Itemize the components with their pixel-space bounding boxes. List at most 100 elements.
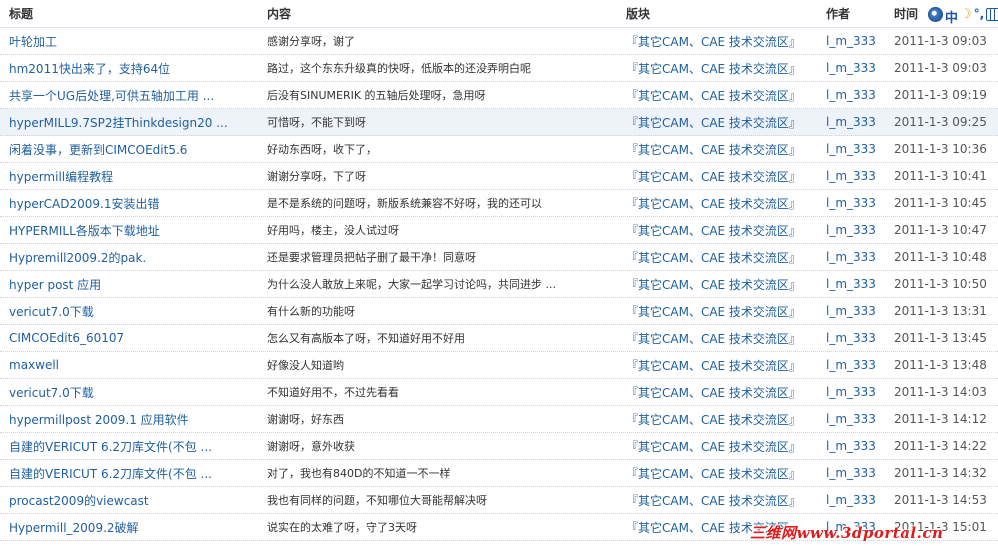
- forum-link[interactable]: 『其它CAM、CAE 技术交流区』: [626, 303, 801, 320]
- forum-link[interactable]: 『其它CAM、CAE 技术交流区』: [626, 168, 801, 185]
- table-row[interactable]: hypermillpost 2009.1 应用软件 谢谢呀，好东西 『其它CAM、C…: [0, 406, 998, 433]
- reply-content[interactable]: 谢谢分享呀，下了呀: [267, 168, 589, 184]
- table-row[interactable]: procast2009的viewcast 我也有同样的问题，不知哪位大哥能帮解决呀…: [0, 487, 998, 514]
- forum-link[interactable]: 『其它CAM、CAE 技术交流区』: [626, 222, 801, 239]
- forum-link[interactable]: 『其它CAM、CAE 技术交流区』: [626, 492, 801, 509]
- thread-title-link[interactable]: Hypremill2009.2的pak.: [9, 249, 241, 266]
- reply-content[interactable]: 怎么又有高版本了呀，不知道好用不好用: [267, 330, 589, 346]
- forum-link[interactable]: 『其它CAM、CAE 技术交流区』: [626, 141, 801, 158]
- reply-content[interactable]: 路过，这个东东升级真的快呀，低版本的还没弄明白呢: [267, 60, 589, 76]
- reply-content[interactable]: 不知道好用不，不过先看看: [267, 384, 589, 400]
- forum-link[interactable]: 『其它CAM、CAE 技术交流区』: [626, 438, 801, 455]
- table-row[interactable]: 自建的VERICUT 6.2刀库文件(不包 ... 谢谢呀，意外收获 『其它CAM、…: [0, 433, 998, 460]
- reply-content[interactable]: 有什么新的功能呀: [267, 303, 589, 319]
- thread-title-link[interactable]: vericut7.0下载: [9, 303, 241, 320]
- forum-link[interactable]: 『其它CAM、CAE 技术交流区』: [626, 384, 801, 401]
- author-link[interactable]: l_m_333: [826, 115, 886, 129]
- reply-content[interactable]: 为什么没人敢放上来呢，大家一起学习讨论吗，共同进步 ...: [267, 276, 589, 292]
- thread-title-link[interactable]: hyperCAD2009.1安装出错: [9, 195, 241, 212]
- reply-content[interactable]: 谢谢呀，好东西: [267, 411, 589, 427]
- table-row[interactable]: 共享一个UG后处理,可供五轴加工用 ... 后没有SINUMERIK 的五轴后处理…: [0, 82, 998, 109]
- keyboard-icon[interactable]: [986, 7, 998, 21]
- thread-title-link[interactable]: 自建的VERICUT 6.2刀库文件(不包 ...: [9, 465, 241, 482]
- table-row[interactable]: vericut7.0下载 不知道好用不，不过先看看 『其它CAM、CAE 技术交流区…: [0, 379, 998, 406]
- table-row[interactable]: hyper post 应用 为什么没人敢放上来呢，大家一起学习讨论吗，共同进步 .…: [0, 271, 998, 298]
- forum-link[interactable]: 『其它CAM、CAE 技术交流区』: [626, 249, 801, 266]
- table-row[interactable]: hyperMILL9.7SP2挂Thinkdesign20 ... 可惜呀，不能下…: [0, 109, 998, 136]
- table-row[interactable]: hyperCAD2009.1安装出错 是不是系统的问题呀，新版系统兼容不好呀，我的…: [0, 190, 998, 217]
- author-link[interactable]: l_m_333: [826, 61, 886, 75]
- author-link[interactable]: l_m_333: [826, 250, 886, 264]
- moon-icon[interactable]: ☽: [960, 7, 972, 22]
- author-link[interactable]: l_m_333: [826, 385, 886, 399]
- forum-link[interactable]: 『其它CAM、CAE 技术交流区』: [626, 276, 801, 293]
- thread-title-link[interactable]: 共享一个UG后处理,可供五轴加工用 ...: [9, 87, 241, 104]
- reply-content[interactable]: 好动东西呀，收下了，: [267, 141, 589, 157]
- thread-title-link[interactable]: maxwell: [9, 358, 241, 372]
- reply-content[interactable]: 感谢分享呀，谢了: [267, 33, 589, 49]
- author-link[interactable]: l_m_333: [826, 196, 886, 210]
- thread-title-link[interactable]: hypermillpost 2009.1 应用软件: [9, 411, 241, 428]
- forum-link[interactable]: 『其它CAM、CAE 技术交流区』: [626, 465, 801, 482]
- reply-content[interactable]: 谢谢呀，意外收获: [267, 438, 589, 454]
- table-row[interactable]: 自建的VERICUT 6.2刀库文件(不包 ... 对了，我也有840D的不知道一…: [0, 460, 998, 487]
- thread-title-link[interactable]: vericut7.0下载: [9, 384, 241, 401]
- thread-title-link[interactable]: Hypermill_2009.2破解: [9, 519, 241, 536]
- forum-link[interactable]: 『其它CAM、CAE 技术交流区』: [626, 195, 801, 212]
- thread-title-link[interactable]: HYPERMILL各版本下载地址: [9, 222, 241, 239]
- author-link[interactable]: l_m_333: [826, 439, 886, 453]
- forum-link[interactable]: 『其它CAM、CAE 技术交流区』: [626, 87, 801, 104]
- thread-title-link[interactable]: 自建的VERICUT 6.2刀库文件(不包 ...: [9, 438, 241, 455]
- forum-link[interactable]: 『其它CAM、CAE 技术交流区』: [626, 330, 801, 347]
- author-link[interactable]: l_m_333: [826, 331, 886, 345]
- reply-content[interactable]: 好用吗，楼主，没人试过呀: [267, 222, 589, 238]
- author-link[interactable]: l_m_333: [826, 169, 886, 183]
- forum-link[interactable]: 『其它CAM、CAE 技术交流区』: [626, 357, 801, 374]
- author-link[interactable]: l_m_333: [826, 412, 886, 426]
- thread-title-link[interactable]: hypermill编程教程: [9, 168, 241, 185]
- table-row[interactable]: CIMCOEdit6_60107 怎么又有高版本了呀，不知道好用不好用 『其它CAM…: [0, 325, 998, 352]
- punctuation-dot-icon[interactable]: °,: [974, 7, 985, 22]
- thread-title-link[interactable]: CIMCOEdit6_60107: [9, 331, 241, 345]
- author-link[interactable]: l_m_333: [826, 34, 886, 48]
- table-row[interactable]: hm2011快出来了，支持64位 路过，这个东东升级真的快呀，低版本的还没弄明白呢…: [0, 55, 998, 82]
- post-time: 2011-1-3 10:50: [894, 277, 987, 291]
- author-link[interactable]: l_m_333: [826, 142, 886, 156]
- reply-content[interactable]: 后没有SINUMERIK 的五轴后处理呀，急用呀: [267, 87, 589, 103]
- forum-link[interactable]: 『其它CAM、CAE 技术交流区』: [626, 33, 801, 50]
- table-row[interactable]: Hypremill2009.2的pak. 还是要求管理员把帖子删了最干净！同意呀 『…: [0, 244, 998, 271]
- reply-content[interactable]: 是不是系统的问题呀，新版系统兼容不好呀，我的还可以: [267, 195, 589, 211]
- table-row[interactable]: 叶轮加工 感谢分享呀，谢了 『其它CAM、CAE 技术交流区』 l_m_333 2011…: [0, 28, 998, 55]
- author-link[interactable]: l_m_333: [826, 223, 886, 237]
- forum-link[interactable]: 『其它CAM、CAE 技术交流区』: [626, 114, 801, 131]
- table-row[interactable]: hypermill编程教程 谢谢分享呀，下了呀 『其它CAM、CAE 技术交流区』 l…: [0, 163, 998, 190]
- thread-rows: 叶轮加工 感谢分享呀，谢了 『其它CAM、CAE 技术交流区』 l_m_333 2011…: [0, 28, 998, 541]
- thread-title-link[interactable]: 叶轮加工: [9, 33, 241, 50]
- chinese-input-icon[interactable]: 中: [945, 7, 958, 26]
- reply-content[interactable]: 对了，我也有840D的不知道一不一样: [267, 465, 589, 481]
- thread-title-link[interactable]: 闲着没事，更新到CIMCOEdit5.6: [9, 141, 241, 158]
- author-link[interactable]: l_m_333: [826, 304, 886, 318]
- thread-title-link[interactable]: hyper post 应用: [9, 276, 241, 293]
- thread-title-link[interactable]: procast2009的viewcast: [9, 492, 241, 509]
- table-row[interactable]: 闲着没事，更新到CIMCOEdit5.6 好动东西呀，收下了， 『其它CAM、CAE…: [0, 136, 998, 163]
- forum-link[interactable]: 『其它CAM、CAE 技术交流区』: [626, 411, 801, 428]
- forum-link[interactable]: 『其它CAM、CAE 技术交流区』: [626, 60, 801, 77]
- reply-content[interactable]: 还是要求管理员把帖子删了最干净！同意呀: [267, 249, 589, 265]
- table-row[interactable]: maxwell 好像没人知道哟 『其它CAM、CAE 技术交流区』 l_m_333 20…: [0, 352, 998, 379]
- author-link[interactable]: l_m_333: [826, 88, 886, 102]
- table-row[interactable]: HYPERMILL各版本下载地址 好用吗，楼主，没人试过呀 『其它CAM、CAE 技…: [0, 217, 998, 244]
- table-row[interactable]: vericut7.0下载 有什么新的功能呀 『其它CAM、CAE 技术交流区』 l_m…: [0, 298, 998, 325]
- globe-icon[interactable]: [928, 6, 943, 22]
- reply-content[interactable]: 说实在的太难了呀，守了3天呀: [267, 519, 589, 535]
- author-link[interactable]: l_m_333: [826, 358, 886, 372]
- reply-content[interactable]: 好像没人知道哟: [267, 357, 589, 373]
- author-link[interactable]: l_m_333: [826, 466, 886, 480]
- ime-toolbar[interactable]: 中 ☽ °,: [928, 6, 998, 26]
- author-link[interactable]: l_m_333: [826, 277, 886, 291]
- reply-content[interactable]: 我也有同样的问题，不知哪位大哥能帮解决呀: [267, 492, 589, 508]
- thread-title-link[interactable]: hyperMILL9.7SP2挂Thinkdesign20 ...: [9, 114, 241, 131]
- thread-title-link[interactable]: hm2011快出来了，支持64位: [9, 60, 241, 77]
- author-link[interactable]: l_m_333: [826, 493, 886, 507]
- reply-content[interactable]: 可惜呀，不能下到呀: [267, 114, 589, 130]
